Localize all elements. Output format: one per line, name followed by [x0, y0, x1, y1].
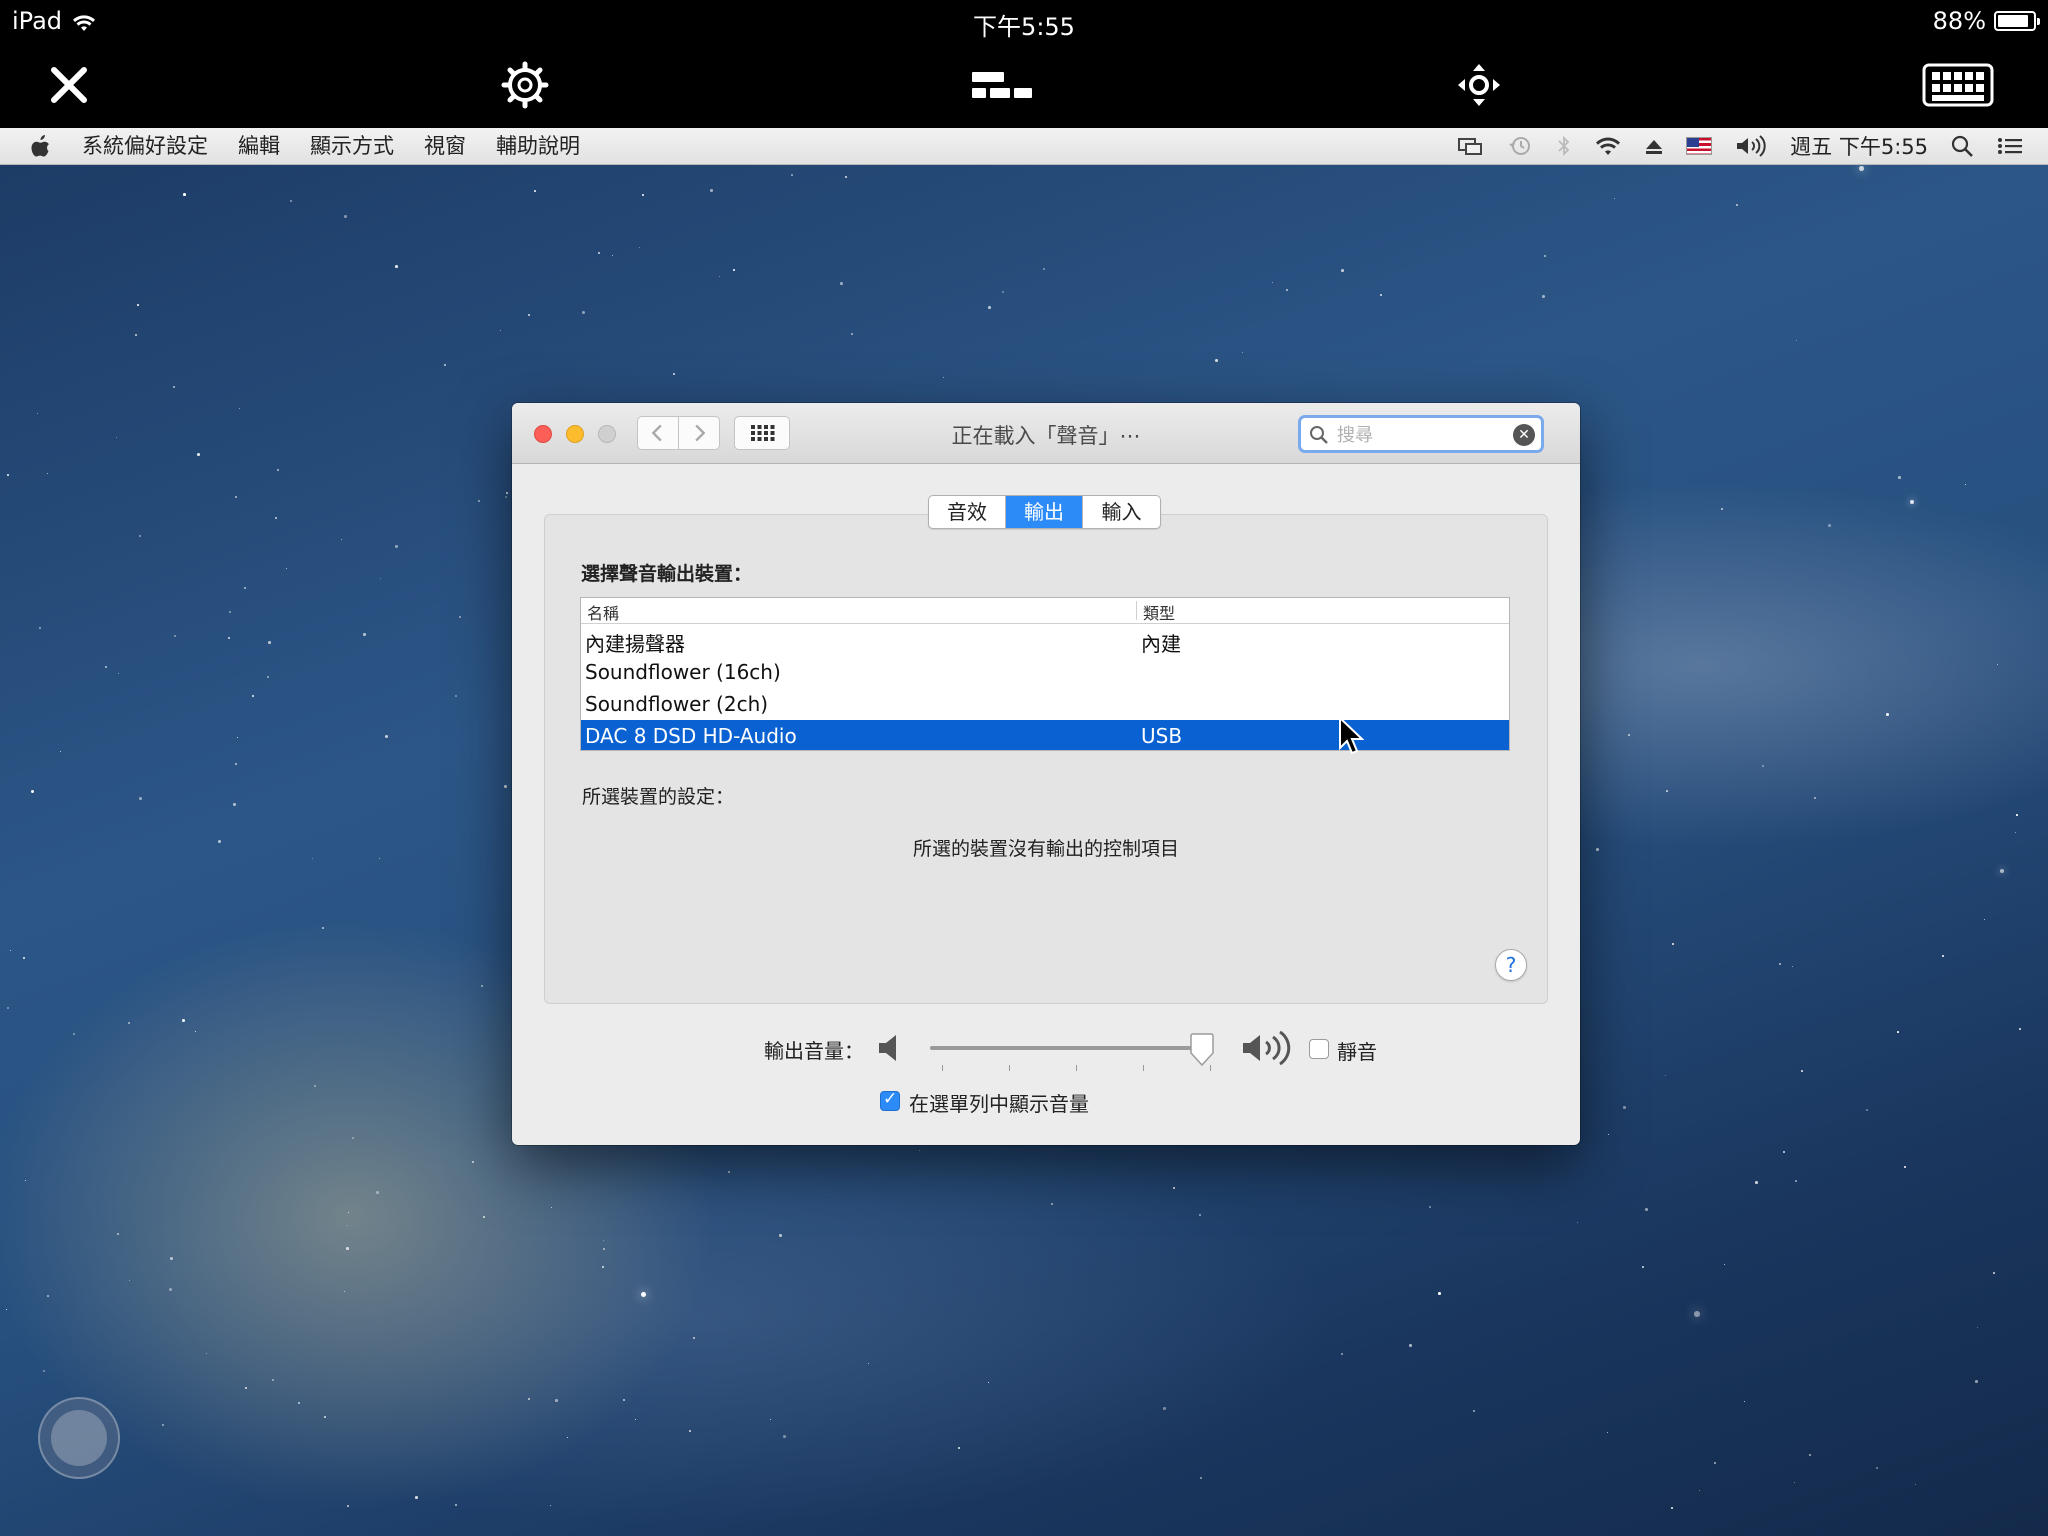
notification-list-icon[interactable] [1996, 134, 2024, 158]
us-flag-icon[interactable] [1686, 137, 1713, 155]
device-type-cell: 內建 [1141, 632, 1181, 656]
show-all-button[interactable] [734, 416, 790, 450]
wifi-icon[interactable] [1594, 134, 1622, 158]
speaker-low-icon[interactable] [876, 1030, 904, 1066]
slider-tick [1076, 1065, 1077, 1071]
minimize-window-button[interactable] [566, 425, 584, 443]
volume-icon[interactable] [1734, 134, 1768, 158]
help-button[interactable]: ? [1495, 949, 1527, 981]
slider-tick [1143, 1065, 1144, 1071]
close-icon[interactable] [44, 60, 94, 110]
search-input[interactable] [1335, 421, 1509, 449]
device-name-cell: Soundflower (16ch) [585, 660, 781, 684]
chevron-right-icon [695, 424, 706, 442]
table-header: 名稱 類型 [581, 598, 1509, 624]
bluetooth-icon[interactable] [1556, 134, 1572, 158]
forward-button[interactable] [678, 416, 720, 450]
menu-view[interactable]: 顯示方式 [310, 131, 394, 161]
keyboard-icon[interactable] [1922, 60, 1994, 110]
show-volume-label: 在選單列中顯示音量 [909, 1092, 1089, 1116]
spotlight-icon[interactable] [1950, 134, 1974, 158]
ios-status-bar: iPad 下午5:55 88% [0, 0, 2048, 41]
eject-icon[interactable] [1644, 134, 1664, 158]
sound-tabs: 音效 輸出 輸入 [928, 495, 1161, 529]
window-titlebar: 正在載入「聲音」⋯ ✕ [512, 403, 1580, 464]
output-volume-slider[interactable] [930, 1046, 1210, 1050]
menu-system-preferences[interactable]: 系統偏好設定 [82, 131, 208, 161]
speaker-high-icon[interactable] [1240, 1030, 1296, 1066]
table-row[interactable]: Soundflower (2ch) [581, 688, 1509, 720]
menu-window[interactable]: 視窗 [424, 131, 466, 161]
layout-icon[interactable] [970, 60, 1034, 110]
chevron-left-icon [651, 424, 662, 442]
remote-toolbar [0, 40, 2048, 128]
battery-percent: 88% [1932, 7, 1986, 35]
no-controls-message: 所選的裝置沒有輸出的控制項目 [912, 838, 1179, 860]
menu-help[interactable]: 輔助說明 [496, 131, 580, 161]
mouse-cursor-icon [1339, 716, 1364, 755]
output-volume-label: 輸出音量： [764, 1039, 864, 1063]
assistive-touch-button[interactable] [38, 1397, 120, 1479]
show-volume-checkbox[interactable] [880, 1089, 900, 1111]
apple-icon[interactable] [30, 133, 52, 159]
column-header-name[interactable]: 名稱 [587, 600, 619, 624]
search-field[interactable]: ✕ [1298, 415, 1544, 453]
zoom-window-button [598, 425, 616, 443]
ios-clock: 下午5:55 [973, 13, 1075, 41]
time-machine-icon[interactable] [1506, 134, 1534, 158]
device-name-cell: DAC 8 DSD HD-Audio [585, 724, 797, 748]
battery-icon [1994, 11, 2040, 31]
output-device-table: 名稱 類型 內建揚聲器 內建 Soundflower (16ch) Soundflow… [580, 597, 1510, 751]
search-icon [1310, 426, 1328, 444]
close-window-button[interactable] [534, 425, 552, 443]
device-name-cell: Soundflower (2ch) [585, 692, 769, 716]
tab-output[interactable]: 輸出 [1006, 496, 1083, 528]
column-header-type[interactable]: 類型 [1143, 600, 1175, 624]
mute-label: 靜音 [1337, 1040, 1377, 1064]
slider-tick [942, 1065, 943, 1071]
mac-menu-bar: 系統偏好設定 編輯 顯示方式 視窗 輔助說明 週五 下午5:55 [0, 128, 2048, 165]
volume-slider-knob[interactable] [1188, 1033, 1216, 1067]
move-icon[interactable] [1454, 60, 1504, 110]
device-type-cell: USB [1141, 724, 1183, 748]
output-panel: 選擇聲音輸出裝置： 名稱 類型 內建揚聲器 內建 Soundflower (16ch… [544, 514, 1548, 1004]
table-row[interactable]: 內建揚聲器 內建 [581, 624, 1509, 656]
grid-icon [751, 425, 775, 441]
choose-device-label: 選擇聲音輸出裝置： [581, 563, 753, 585]
device-name-cell: 內建揚聲器 [585, 632, 685, 656]
device-settings-label: 所選裝置的設定： [582, 786, 735, 808]
display-mirroring-icon[interactable] [1456, 134, 1484, 158]
clear-search-icon[interactable]: ✕ [1513, 424, 1535, 446]
gear-icon[interactable] [500, 60, 550, 110]
slider-tick [1009, 1065, 1010, 1071]
tab-input[interactable]: 輸入 [1083, 496, 1160, 528]
table-row[interactable]: DAC 8 DSD HD-Audio USB [581, 720, 1509, 750]
menu-clock[interactable]: 週五 下午5:55 [1790, 131, 1928, 161]
sound-preferences-window: 正在載入「聲音」⋯ ✕ 選擇聲音輸出裝置： 名稱 類型 內建揚聲器 內建 Sound… [512, 403, 1580, 1145]
table-row[interactable]: Soundflower (16ch) [581, 656, 1509, 688]
tab-sound-effects[interactable]: 音效 [929, 496, 1006, 528]
back-button[interactable] [637, 416, 679, 450]
mute-checkbox[interactable] [1309, 1039, 1329, 1059]
menu-edit[interactable]: 編輯 [238, 131, 280, 161]
